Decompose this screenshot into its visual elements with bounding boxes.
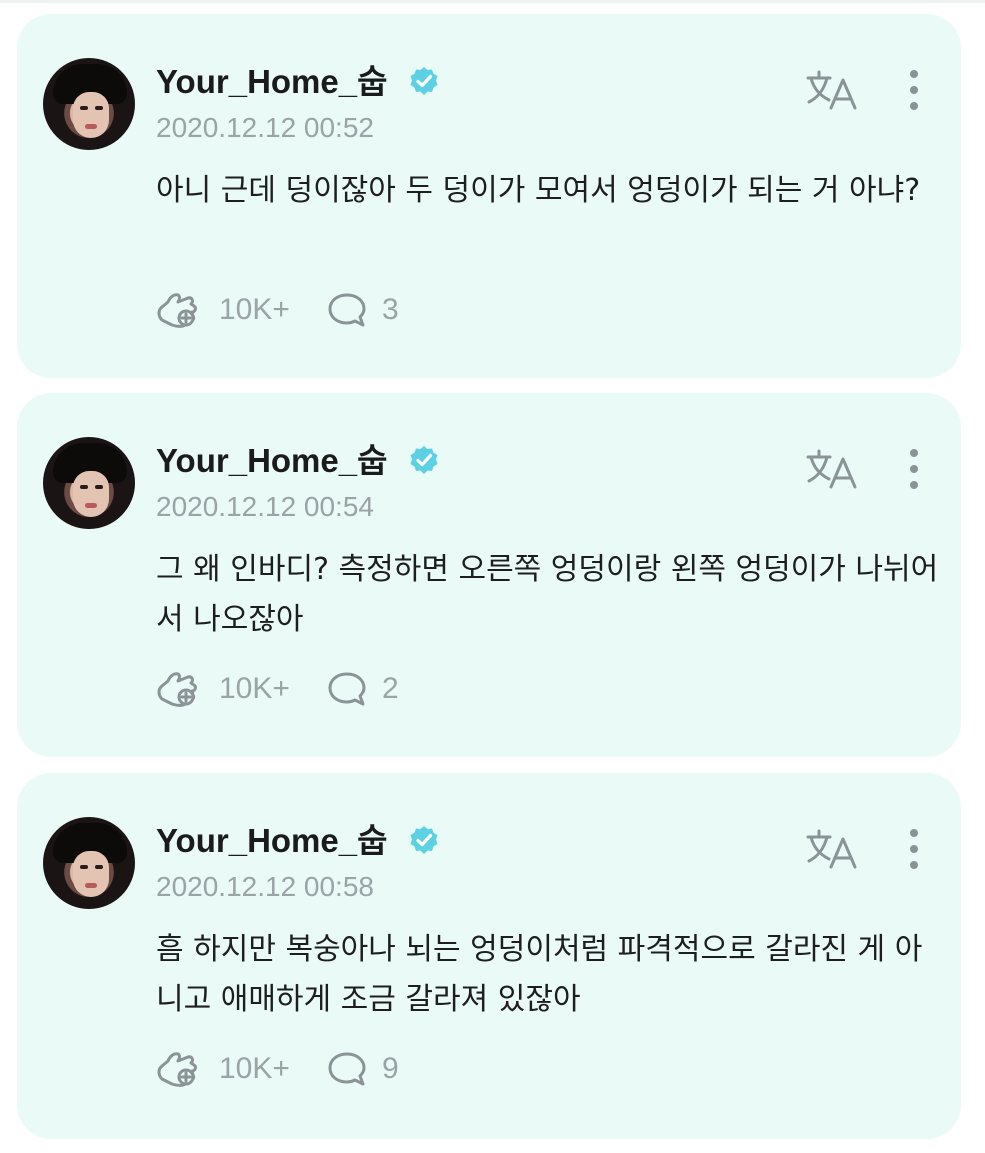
post-actions: 10K+ 3 (156, 290, 456, 330)
like-count: 10K+ (219, 1052, 290, 1085)
comment-icon[interactable] (327, 671, 367, 707)
post-text: 아니 근데 덩이잖아 두 덩이가 모여서 엉덩이가 되는 거 아냐? (156, 173, 921, 208)
comment-count: 3 (382, 293, 399, 326)
username[interactable]: Your_Home_숩 (156, 62, 387, 102)
verified-badge-icon (410, 446, 438, 474)
post-timestamp: 2020.12.12 00:52 (156, 112, 374, 143)
post-card[interactable]: Your_Home_숩 2020.12.12 00:52 아니 근데 덩이잖아 … (17, 14, 961, 378)
comment-icon[interactable] (327, 1051, 367, 1087)
translate-icon[interactable] (805, 68, 859, 112)
comment-count: 9 (382, 1052, 399, 1085)
comment-icon[interactable] (327, 292, 367, 328)
more-options-icon[interactable] (899, 68, 929, 112)
more-options-icon[interactable] (899, 827, 929, 871)
post-feed: Your_Home_숩 2020.12.12 00:52 아니 근데 덩이잖아 … (0, 0, 985, 1153)
like-count: 10K+ (219, 293, 290, 326)
like-count: 10K+ (219, 672, 290, 705)
like-icon[interactable] (156, 1049, 202, 1089)
username[interactable]: Your_Home_숩 (156, 821, 387, 861)
top-divider (0, 0, 985, 3)
post-card[interactable]: Your_Home_숩 2020.12.12 00:54 그 왜 인바디? 측정… (17, 393, 961, 757)
like-icon[interactable] (156, 669, 202, 709)
avatar[interactable] (43, 58, 135, 150)
post-timestamp: 2020.12.12 00:58 (156, 871, 374, 902)
more-options-icon[interactable] (899, 447, 929, 491)
like-icon[interactable] (156, 290, 202, 330)
verified-badge-icon (410, 67, 438, 95)
post-card[interactable]: Your_Home_숩 2020.12.12 00:58 흠 하지만 복숭아나 … (17, 773, 961, 1139)
comment-count: 2 (382, 672, 399, 705)
verified-badge-icon (410, 826, 438, 854)
avatar[interactable] (43, 817, 135, 909)
post-timestamp: 2020.12.12 00:54 (156, 491, 374, 522)
post-actions: 10K+ 9 (156, 1049, 456, 1089)
translate-icon[interactable] (805, 447, 859, 491)
avatar[interactable] (43, 437, 135, 529)
username[interactable]: Your_Home_숩 (156, 441, 387, 481)
translate-icon[interactable] (805, 827, 859, 871)
post-text: 그 왜 인바디? 측정하면 오른쪽 엉덩이랑 왼쪽 엉덩이가 나뉘어서 나오잖아 (156, 552, 939, 637)
post-actions: 10K+ 2 (156, 669, 456, 709)
post-text: 흠 하지만 복숭아나 뇌는 엉덩이처럼 파격적으로 갈라진 게 아니고 애매하게… (156, 932, 923, 1017)
